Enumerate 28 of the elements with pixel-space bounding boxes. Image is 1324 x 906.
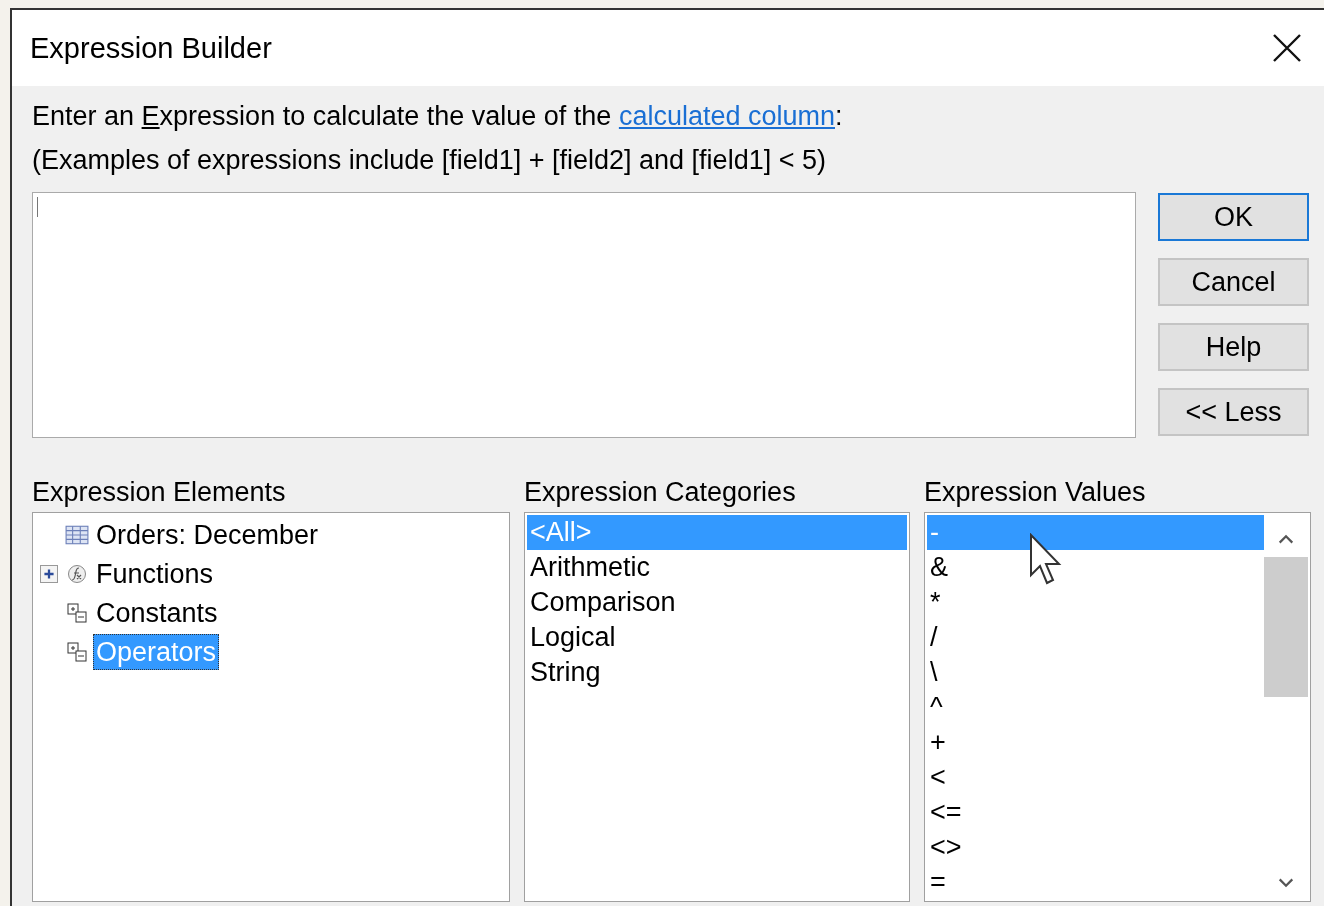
section-label: Expression Categories xyxy=(524,476,797,509)
value-item[interactable]: \ xyxy=(927,655,1264,690)
value-item[interactable]: ^ xyxy=(927,690,1264,725)
dialog-button[interactable]: << Less xyxy=(1158,388,1309,436)
tree-item[interactable]: Functions xyxy=(93,555,217,592)
value-item[interactable]: < xyxy=(927,760,1264,795)
section-label: Expression Elements xyxy=(32,476,287,509)
category-item[interactable]: String xyxy=(527,655,907,690)
window-title: Expression Builder xyxy=(30,31,272,65)
value-item[interactable]: * xyxy=(927,585,1264,620)
calculated-column-link[interactable]: calculated column xyxy=(618,101,835,131)
dialog-button[interactable]: OK xyxy=(1158,193,1309,241)
examples-text: (Examples of expressions include [field1] + [field2] and [field1] < 5) xyxy=(32,144,827,177)
dialog-button[interactable]: Cancel xyxy=(1158,258,1309,306)
value-item[interactable]: <> xyxy=(927,830,1264,865)
value-item[interactable]: & xyxy=(927,550,1264,585)
instruction-text: Enter an Expression to calculate the value of the calculated column: xyxy=(32,100,844,133)
value-item[interactable]: / xyxy=(927,620,1264,655)
value-item[interactable]: = xyxy=(927,865,1264,900)
section-label: Expression Values xyxy=(924,476,1147,509)
category-item[interactable]: Arithmetic xyxy=(527,550,907,585)
category-item[interactable]: Logical xyxy=(527,620,907,655)
tree-item[interactable]: Orders: December xyxy=(93,516,322,553)
dialog-button[interactable]: Help xyxy=(1158,323,1309,371)
tree-item[interactable]: Constants xyxy=(93,594,221,631)
category-item[interactable]: Comparison xyxy=(527,585,907,620)
value-item[interactable]: <= xyxy=(927,795,1264,830)
value-item[interactable]: + xyxy=(927,725,1264,760)
